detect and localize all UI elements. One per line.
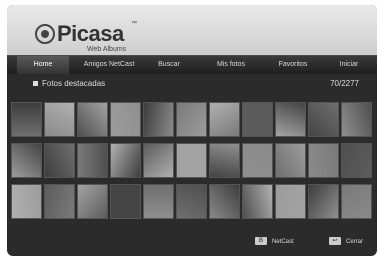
nav-bar: Home Amigos NetCast Buscar Mis fotos Fav… xyxy=(7,55,377,74)
photo-thumbnail[interactable] xyxy=(341,102,372,137)
section-header: Fotos destacadas xyxy=(33,79,105,88)
photo-thumbnail[interactable] xyxy=(44,184,75,219)
app-name: Picasa xyxy=(57,21,124,46)
photo-thumbnail[interactable] xyxy=(77,143,108,178)
photo-thumbnail[interactable] xyxy=(209,102,240,137)
close-key-hint[interactable]: ↩ Cerrar xyxy=(329,237,363,247)
photo-grid xyxy=(11,102,373,220)
tv-screen: Picasa ™ Web Albums Home Amigos NetCast … xyxy=(7,5,377,256)
photo-thumbnail[interactable] xyxy=(110,102,141,137)
photo-thumbnail[interactable] xyxy=(308,184,339,219)
photo-thumbnail[interactable] xyxy=(242,102,273,137)
photo-thumbnail[interactable] xyxy=(11,143,42,178)
photo-thumbnail[interactable] xyxy=(275,143,306,178)
tab-amigos-netcast[interactable]: Amigos NetCast xyxy=(79,56,139,74)
header: Picasa ™ Web Albums xyxy=(7,5,377,55)
photo-thumbnail[interactable] xyxy=(77,102,108,137)
tab-iniciar[interactable]: Iniciar xyxy=(329,56,369,74)
photo-thumbnail[interactable] xyxy=(77,184,108,219)
tab-mis-fotos[interactable]: Mis fotos xyxy=(207,56,255,74)
photo-thumbnail[interactable] xyxy=(275,184,306,219)
app-name-tm: ™ xyxy=(131,21,137,27)
photo-thumbnail[interactable] xyxy=(143,184,174,219)
photo-thumbnail[interactable] xyxy=(44,143,75,178)
back-key-icon: ↩ xyxy=(329,237,341,246)
photo-thumbnail[interactable] xyxy=(242,184,273,219)
netcast-key-label: NetCast xyxy=(272,239,294,245)
photo-thumbnail[interactable] xyxy=(176,143,207,178)
bullet-icon xyxy=(33,81,38,87)
section-title: Fotos destacadas xyxy=(42,79,106,88)
footer: B NetCast ↩ Cerrar xyxy=(7,227,377,256)
photo-thumbnail[interactable] xyxy=(44,102,75,137)
photo-thumbnail[interactable] xyxy=(110,184,141,219)
photo-thumbnail[interactable] xyxy=(110,143,141,178)
picasa-logo-icon xyxy=(35,24,55,44)
photo-thumbnail[interactable] xyxy=(275,102,306,137)
tab-favoritos[interactable]: Favoritos xyxy=(269,56,317,74)
b-key-icon: B xyxy=(255,237,267,246)
tab-buscar[interactable]: Buscar xyxy=(149,56,189,74)
photo-thumbnail[interactable] xyxy=(209,184,240,219)
photo-thumbnail[interactable] xyxy=(176,102,207,137)
photo-thumbnail[interactable] xyxy=(242,143,273,178)
tab-home[interactable]: Home xyxy=(17,56,69,74)
photo-thumbnail[interactable] xyxy=(11,184,42,219)
photo-thumbnail[interactable] xyxy=(308,143,339,178)
photo-thumbnail[interactable] xyxy=(308,102,339,137)
photo-count: 70/2277 xyxy=(330,79,359,88)
close-key-label: Cerrar xyxy=(346,239,364,245)
photo-thumbnail[interactable] xyxy=(143,143,174,178)
photo-thumbnail[interactable] xyxy=(209,143,240,178)
photo-thumbnail[interactable] xyxy=(176,184,207,219)
netcast-key-hint[interactable]: B NetCast xyxy=(255,237,294,247)
photo-thumbnail[interactable] xyxy=(341,184,372,219)
photo-thumbnail[interactable] xyxy=(11,102,42,137)
photo-thumbnail[interactable] xyxy=(143,102,174,137)
photo-thumbnail[interactable] xyxy=(341,143,372,178)
app-subtitle: Web Albums xyxy=(87,46,127,53)
